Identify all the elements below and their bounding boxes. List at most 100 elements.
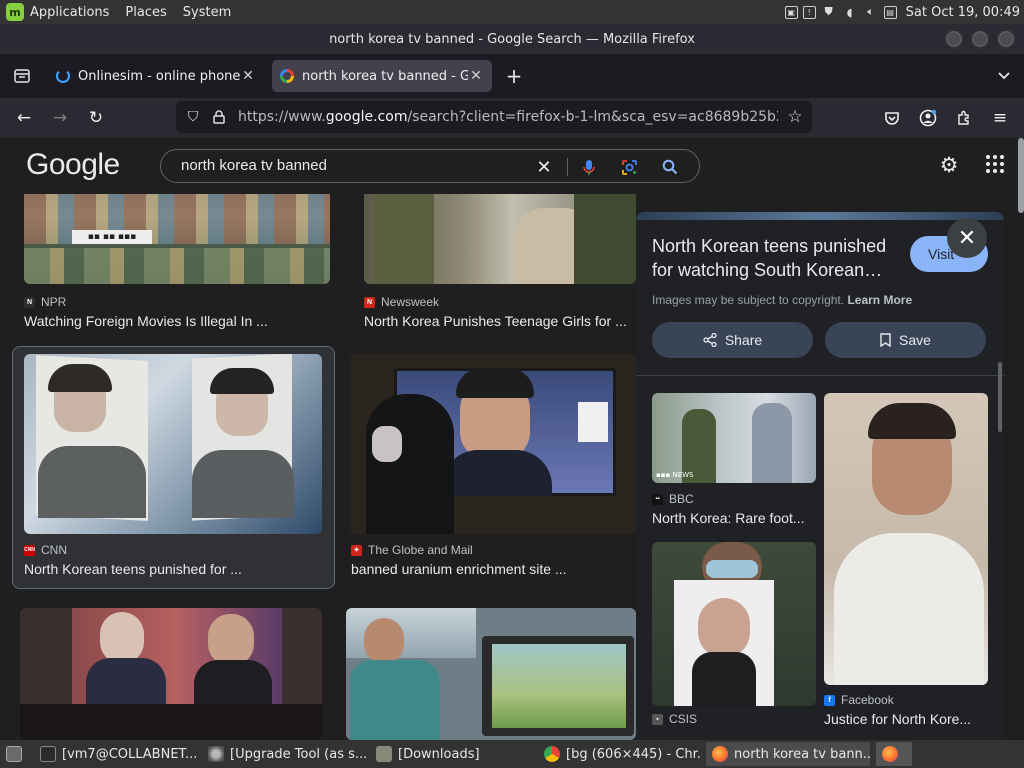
- lock-icon[interactable]: [210, 108, 228, 126]
- url-bar[interactable]: ⛉ https://www.google.com/search?client=f…: [176, 101, 812, 133]
- extensions-icon[interactable]: [952, 106, 976, 130]
- related-title-bbc[interactable]: North Korea: Rare foot...: [652, 510, 816, 526]
- result-image-globe-and-mail[interactable]: [350, 354, 636, 534]
- close-panel-icon[interactable]: ✕: [947, 218, 987, 258]
- workspace-switcher[interactable]: [876, 742, 912, 766]
- panel-scrollbar[interactable]: [998, 362, 1002, 432]
- cnn-favicon-icon: CNN: [24, 544, 35, 556]
- onlinesim-favicon-icon: [56, 69, 70, 83]
- show-desktop-button[interactable]: [0, 742, 28, 766]
- result-source-cnn: CNN CNN: [24, 543, 67, 557]
- related-image-facebook[interactable]: [824, 393, 988, 685]
- reload-button[interactable]: ↻: [84, 106, 108, 130]
- google-apps-icon[interactable]: [984, 153, 1006, 175]
- google-header: Google north korea tv banned ✕ ⚙: [0, 138, 1024, 194]
- firefox-view-icon[interactable]: [2, 54, 42, 98]
- audio-input-icon[interactable]: ◖: [842, 4, 858, 20]
- result-title-globe-and-mail[interactable]: banned uranium enrichment site ...: [351, 561, 631, 577]
- result-source-globe-and-mail: ✦ The Globe and Mail: [351, 543, 473, 557]
- page-scrollbar[interactable]: [1018, 138, 1024, 213]
- related-source-csis: ▪ CSIS: [652, 712, 697, 726]
- image-preview-panel: North Korean teens punished for watching…: [636, 212, 1004, 740]
- new-tab-button[interactable]: +: [502, 64, 526, 88]
- places-menu[interactable]: Places: [117, 0, 174, 24]
- close-window-button[interactable]: [996, 29, 1016, 49]
- taskbar-item-downloads[interactable]: [Downloads]: [370, 742, 534, 766]
- result-image-newsweek[interactable]: [364, 188, 636, 284]
- account-icon[interactable]: [916, 106, 940, 130]
- mint-menu-icon[interactable]: m: [6, 3, 24, 21]
- result-image-biden-kim[interactable]: [20, 608, 322, 740]
- network-monitor-icon[interactable]: ▣: [784, 5, 798, 19]
- taskbar-item-terminal[interactable]: [vm7@COLLABNET...: [34, 742, 198, 766]
- clear-search-icon[interactable]: ✕: [534, 157, 554, 178]
- shield-icon[interactable]: ⛊: [821, 4, 837, 20]
- system-menu[interactable]: System: [175, 0, 239, 24]
- system-top-panel: m Applications Places System ▣ ! ⛊ ◖ 🔈︎ …: [0, 0, 1024, 24]
- save-button[interactable]: Save: [825, 322, 986, 358]
- volume-icon[interactable]: 🔈︎: [863, 4, 879, 20]
- related-image-bbc[interactable]: ▪▪▪ NEWS: [652, 393, 816, 483]
- panel-divider: [636, 375, 1004, 376]
- preview-image-strip[interactable]: [636, 212, 1004, 220]
- settings-gear-icon[interactable]: ⚙: [936, 152, 962, 178]
- back-button[interactable]: ←: [12, 106, 36, 130]
- bookmark-icon: [880, 333, 891, 347]
- google-logo[interactable]: Google: [26, 148, 120, 182]
- result-image-cnn[interactable]: [24, 354, 322, 534]
- maximize-button[interactable]: [970, 29, 990, 49]
- search-submit-icon[interactable]: [660, 157, 680, 177]
- taskbar-item-upgrade-tool[interactable]: [Upgrade Tool (as s...: [202, 742, 366, 766]
- preview-title[interactable]: North Korean teens punished for watching…: [652, 234, 892, 282]
- forward-button[interactable]: →: [48, 106, 72, 130]
- pocket-icon[interactable]: [880, 106, 904, 130]
- google-lens-icon[interactable]: [619, 157, 639, 177]
- close-tab-icon[interactable]: ✕: [240, 68, 256, 84]
- search-box[interactable]: north korea tv banned ✕: [160, 149, 700, 183]
- network-icon[interactable]: ▤: [883, 5, 897, 19]
- update-manager-icon[interactable]: !: [802, 5, 816, 19]
- share-icon: [703, 333, 717, 347]
- share-button[interactable]: Share: [652, 322, 813, 358]
- minimize-button[interactable]: [944, 29, 964, 49]
- close-tab-icon[interactable]: ✕: [468, 68, 484, 84]
- npr-favicon-icon: N: [24, 296, 35, 308]
- result-image-npr[interactable]: ▪▪ ▪▪ ▪▪▪: [24, 188, 330, 284]
- taskbar: [vm7@COLLABNET... [Upgrade Tool (as s...…: [0, 740, 1024, 768]
- applications-menu[interactable]: Applications: [30, 0, 117, 24]
- copyright-notice: Images may be subject to copyright. Lear…: [652, 293, 913, 307]
- google-favicon-icon: [280, 69, 294, 83]
- newsweek-favicon-icon: N: [364, 296, 375, 308]
- bbc-watermark: ▪▪▪ NEWS: [656, 471, 694, 479]
- learn-more-link[interactable]: Learn More: [847, 293, 912, 307]
- taskbar-item-chrome[interactable]: [bg (606×445) - Chr...: [538, 742, 702, 766]
- result-image-tv-watching[interactable]: [346, 608, 636, 740]
- url-text[interactable]: https://www.google.com/search?client=fir…: [238, 101, 778, 133]
- facebook-favicon-icon: f: [824, 694, 835, 706]
- taskbar-item-firefox[interactable]: north korea tv bann...: [706, 742, 870, 766]
- related-title-facebook[interactable]: Justice for North Kore...: [824, 711, 988, 727]
- tab-title: Onlinesim - online phone se: [78, 68, 240, 84]
- tab-google-search[interactable]: north korea tv banned - Goo ✕: [272, 60, 492, 92]
- tab-onlinesim[interactable]: Onlinesim - online phone se ✕: [48, 60, 264, 92]
- result-title-npr[interactable]: Watching Foreign Movies Is Illegal In ..…: [24, 313, 324, 329]
- app-menu-icon[interactable]: ≡: [988, 106, 1012, 130]
- terminal-icon: [40, 746, 56, 762]
- upgrade-tool-icon: [208, 746, 224, 762]
- tracking-protection-shield-icon[interactable]: ⛉: [184, 108, 202, 126]
- navigation-toolbar: ← → ↻ ⛉ https://www.google.com/search?cl…: [0, 98, 1024, 138]
- search-input[interactable]: north korea tv banned: [181, 150, 327, 182]
- result-title-newsweek[interactable]: North Korea Punishes Teenage Girls for .…: [364, 313, 636, 329]
- result-title-cnn[interactable]: North Korean teens punished for ...: [24, 561, 324, 577]
- window-title: north korea tv banned - Google Search — …: [329, 31, 695, 47]
- firefox-workspace-icon: [882, 746, 898, 762]
- tab-title: north korea tv banned - Goo: [302, 68, 468, 84]
- bookmark-star-icon[interactable]: ☆: [786, 107, 804, 127]
- related-image-csis[interactable]: [652, 542, 816, 706]
- search-divider: [567, 158, 568, 176]
- microphone-icon[interactable]: [579, 157, 599, 177]
- folder-icon: [376, 746, 392, 762]
- window-titlebar[interactable]: north korea tv banned - Google Search — …: [0, 24, 1024, 54]
- list-all-tabs-icon[interactable]: [994, 66, 1014, 86]
- clock[interactable]: Sat Oct 19, 00:49: [906, 5, 1020, 20]
